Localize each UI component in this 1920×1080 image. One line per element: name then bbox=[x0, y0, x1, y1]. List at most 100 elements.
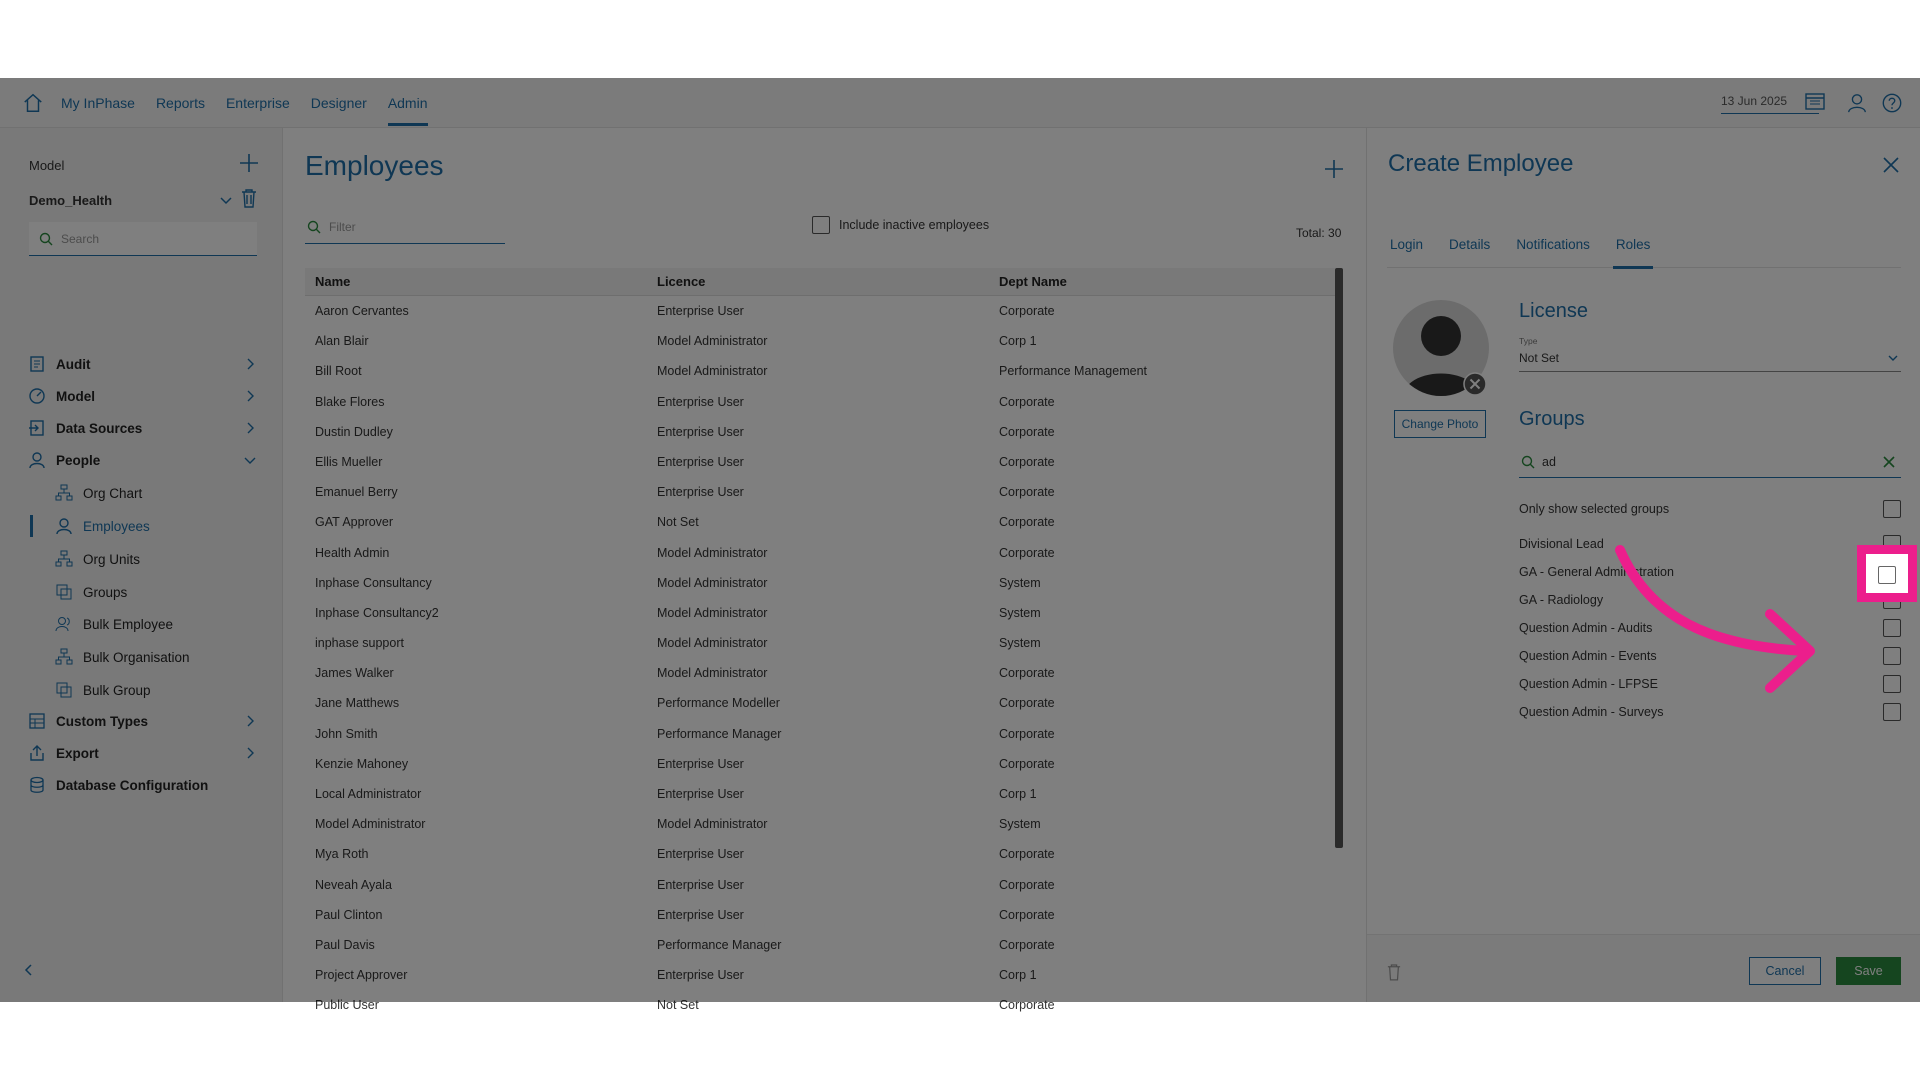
chevron-right-icon[interactable] bbox=[244, 715, 256, 727]
user-icon[interactable] bbox=[1846, 92, 1868, 114]
date-picker[interactable]: 13 Jun 2025 bbox=[1721, 90, 1825, 114]
group-row[interactable]: Question Admin - Events bbox=[1519, 645, 1901, 669]
save-button[interactable]: Save bbox=[1836, 957, 1901, 985]
chevron-down-icon[interactable] bbox=[244, 454, 256, 466]
change-photo-button[interactable]: Change Photo bbox=[1394, 410, 1486, 438]
remove-photo-icon[interactable] bbox=[1463, 372, 1487, 396]
sidebar-search-input[interactable] bbox=[61, 222, 251, 255]
close-icon[interactable] bbox=[1882, 156, 1900, 174]
delete-model-icon[interactable] bbox=[241, 188, 257, 208]
group-row[interactable]: Divisional Lead bbox=[1519, 533, 1901, 557]
sidebar-item-model[interactable]: Model bbox=[28, 383, 95, 409]
column-header-dept-name[interactable]: Dept Name bbox=[990, 268, 1335, 295]
sidebar-item-bulk-group[interactable]: Bulk Group bbox=[55, 677, 151, 703]
group-row[interactable]: Question Admin - Surveys bbox=[1519, 701, 1901, 725]
group-row[interactable]: Question Admin - LFPSE bbox=[1519, 673, 1901, 697]
table-row[interactable]: Project Approver Enterprise User Corp 1 bbox=[305, 960, 1335, 990]
add-employee-icon[interactable] bbox=[1323, 158, 1345, 180]
sidebar-item-label: Model bbox=[56, 388, 95, 404]
collapse-sidebar-icon[interactable] bbox=[22, 963, 36, 977]
chevron-down-icon[interactable] bbox=[1887, 352, 1899, 364]
include-inactive-toggle[interactable]: Include inactive employees bbox=[812, 216, 989, 234]
chevron-down-icon[interactable] bbox=[219, 194, 233, 208]
tab-roles[interactable]: Roles bbox=[1612, 232, 1654, 269]
table-row[interactable]: Alan Blair Model Administrator Corp 1 bbox=[305, 326, 1335, 356]
table-row[interactable]: Public User Not Set Corporate bbox=[305, 990, 1335, 1020]
cancel-button[interactable]: Cancel bbox=[1749, 957, 1821, 985]
clear-search-icon[interactable] bbox=[1883, 456, 1895, 468]
table-row[interactable]: Local Administrator Enterprise User Corp 1 bbox=[305, 779, 1335, 809]
table-row[interactable]: Paul Davis Performance Manager Corporate bbox=[305, 930, 1335, 960]
table-row[interactable]: Emanuel Berry Enterprise User Corporate bbox=[305, 477, 1335, 507]
sidebar-item-bulk-employee[interactable]: Bulk Employee bbox=[55, 611, 173, 637]
table-row[interactable]: James Walker Model Administrator Corporate bbox=[305, 658, 1335, 688]
table-row[interactable]: Health Admin Model Administrator Corporate bbox=[305, 538, 1335, 568]
chevron-right-icon[interactable] bbox=[244, 747, 256, 759]
table-row[interactable]: Ellis Mueller Enterprise User Corporate bbox=[305, 447, 1335, 477]
table-row[interactable]: Blake Flores Enterprise User Corporate bbox=[305, 387, 1335, 417]
filter-input[interactable] bbox=[329, 210, 499, 243]
column-header-name[interactable]: Name bbox=[305, 268, 648, 295]
sidebar-item-bulk-organisation[interactable]: Bulk Organisation bbox=[55, 644, 190, 670]
sidebar-item-employees[interactable]: Employees bbox=[55, 513, 150, 539]
table-scrollbar[interactable] bbox=[1335, 268, 1343, 848]
group-row[interactable]: Question Admin - Audits bbox=[1519, 617, 1901, 641]
table-row[interactable]: Inphase Consultancy2 Model Administrator S… bbox=[305, 598, 1335, 628]
only-selected-row[interactable]: Only show selected groups bbox=[1519, 498, 1901, 522]
table-row[interactable]: Neveah Ayala Enterprise User Corporate bbox=[305, 870, 1335, 900]
nav-item-designer[interactable]: Designer bbox=[311, 78, 367, 128]
license-type-select[interactable]: Not Set bbox=[1519, 348, 1901, 372]
table-row[interactable]: GAT Approver Not Set Corporate bbox=[305, 507, 1335, 537]
group-checkbox[interactable] bbox=[1883, 675, 1901, 693]
only-selected-checkbox[interactable] bbox=[1883, 500, 1901, 518]
group-checkbox[interactable] bbox=[1883, 703, 1901, 721]
sidebar-item-custom-types[interactable]: Custom Types bbox=[28, 708, 148, 734]
calendar-icon[interactable] bbox=[1805, 92, 1825, 110]
model-selector[interactable]: Demo_Health bbox=[29, 193, 112, 208]
group-checkbox[interactable] bbox=[1883, 619, 1901, 637]
tab-login[interactable]: Login bbox=[1387, 232, 1426, 268]
trash-icon[interactable] bbox=[1387, 963, 1401, 981]
group-search-input[interactable] bbox=[1542, 446, 1872, 477]
sidebar-item-groups[interactable]: Groups bbox=[55, 579, 127, 605]
table-row[interactable]: Inphase Consultancy Model Administrator Sy… bbox=[305, 568, 1335, 598]
sidebar-item-org-units[interactable]: Org Units bbox=[55, 546, 140, 572]
group-row[interactable]: GA - General Administration bbox=[1519, 561, 1901, 585]
help-icon[interactable] bbox=[1881, 92, 1903, 114]
sidebar-item-data-sources[interactable]: Data Sources bbox=[28, 415, 142, 441]
nav-item-enterprise[interactable]: Enterprise bbox=[226, 78, 290, 128]
nav-item-my-inphase[interactable]: My InPhase bbox=[61, 78, 135, 128]
table-cell: Model Administrator bbox=[657, 334, 768, 349]
nav-item-reports[interactable]: Reports bbox=[156, 78, 205, 128]
table-row[interactable]: Mya Roth Enterprise User Corporate bbox=[305, 839, 1335, 869]
data-sources-icon bbox=[29, 420, 44, 436]
table-row[interactable]: Jane Matthews Performance Modeller Corpora… bbox=[305, 688, 1335, 718]
table-row[interactable]: Paul Clinton Enterprise User Corporate bbox=[305, 900, 1335, 930]
add-model-icon[interactable] bbox=[238, 152, 260, 174]
tab-details[interactable]: Details bbox=[1446, 232, 1493, 268]
table-row[interactable]: Bill Root Model Administrator Performance … bbox=[305, 356, 1335, 386]
table-row[interactable]: Aaron Cervantes Enterprise User Corporate bbox=[305, 296, 1335, 326]
table-row[interactable]: Model Administrator Model Administrator Sy… bbox=[305, 809, 1335, 839]
include-inactive-checkbox[interactable] bbox=[812, 216, 830, 234]
table-row[interactable]: John Smith Performance Manager Corporate bbox=[305, 719, 1335, 749]
sidebar-item-people[interactable]: People bbox=[28, 447, 100, 473]
sidebar-item-export[interactable]: Export bbox=[28, 740, 99, 766]
sidebar-item-database-configuration[interactable]: Database Configuration bbox=[28, 772, 208, 798]
table-row[interactable]: Kenzie Mahoney Enterprise User Corporate bbox=[305, 749, 1335, 779]
column-header-licence[interactable]: Licence bbox=[648, 268, 990, 295]
home-icon[interactable] bbox=[22, 92, 44, 114]
tab-notifications[interactable]: Notifications bbox=[1513, 232, 1593, 268]
sidebar-item-org-chart[interactable]: Org Chart bbox=[55, 480, 142, 506]
page-title: Employees bbox=[305, 150, 444, 181]
ga-general-administration-checkbox-highlight[interactable] bbox=[1878, 566, 1896, 584]
nav-item-admin[interactable]: Admin bbox=[387, 78, 428, 128]
group-row[interactable]: GA - Radiology bbox=[1519, 589, 1901, 613]
table-row[interactable]: Dustin Dudley Enterprise User Corporate bbox=[305, 417, 1335, 447]
chevron-right-icon[interactable] bbox=[244, 358, 256, 370]
sidebar-item-audit[interactable]: Audit bbox=[28, 351, 91, 377]
chevron-right-icon[interactable] bbox=[244, 390, 256, 402]
table-row[interactable]: inphase support Model Administrator System bbox=[305, 628, 1335, 658]
chevron-right-icon[interactable] bbox=[244, 422, 256, 434]
group-checkbox[interactable] bbox=[1883, 647, 1901, 665]
